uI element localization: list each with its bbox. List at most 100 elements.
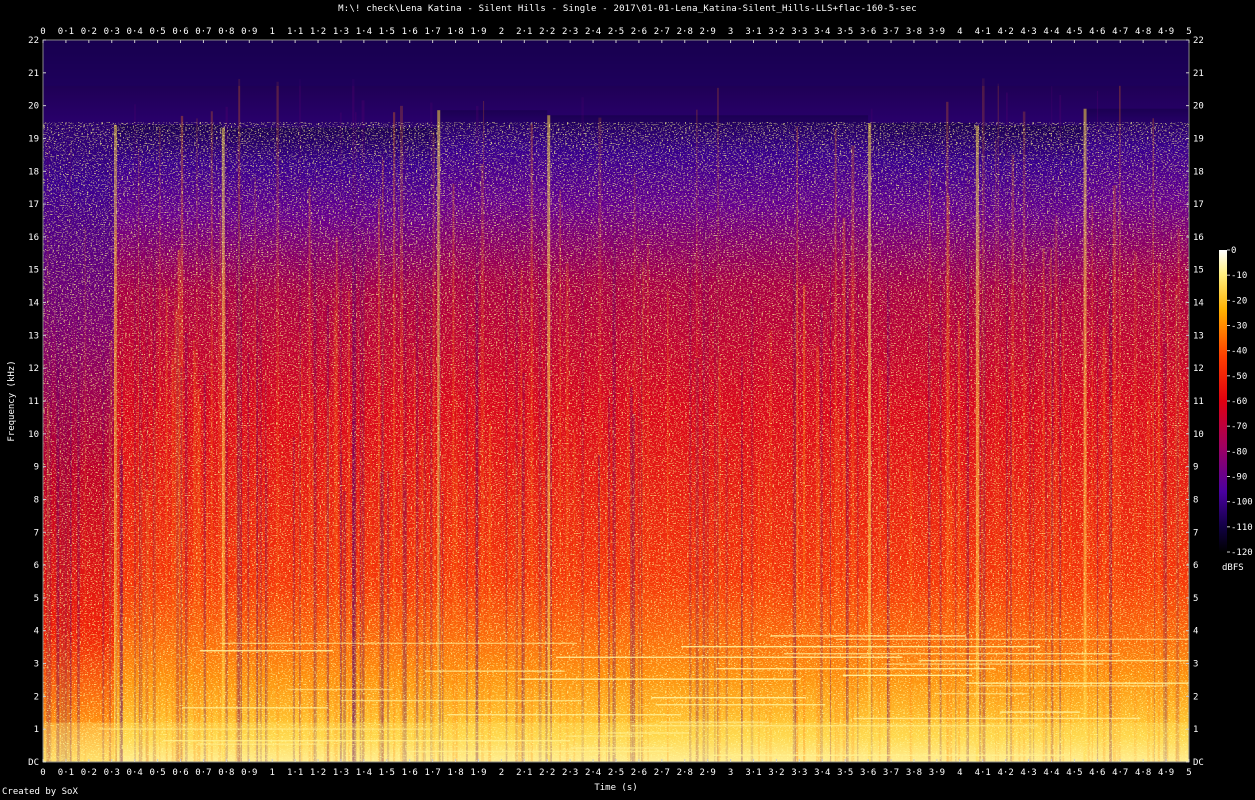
x-tick-label: 3·8: [906, 768, 922, 778]
top-band: [43, 40, 1189, 86]
x-tick-label: 4: [957, 768, 962, 778]
y-tick-label: 12: [1193, 364, 1204, 374]
y-tick-label: 9: [1193, 463, 1198, 473]
speckle-overlay: [43, 122, 1189, 762]
y-tick-label: 10: [1193, 430, 1204, 440]
colorbar-tick-label: 0: [1231, 246, 1236, 256]
x-tick-label: 2·7: [654, 27, 670, 37]
x-tick-label: 3·2: [768, 768, 784, 778]
y-tick-label: 22: [28, 36, 39, 46]
x-tick-label: 4·1: [975, 768, 991, 778]
spectrogram-chart: 0 0 0·1 0·1 0·2 0·2 0·3 0·3 0·4 0·4 0·5 0·5 0·6 0·6 0·…: [7, 27, 1253, 793]
x-tick-label: 1·6: [402, 768, 418, 778]
x-tick-label: 0·3: [104, 27, 120, 37]
y-tick-label: 15: [1193, 266, 1204, 276]
x-tick-label: 4·9: [1158, 768, 1174, 778]
x-tick-label: 0·1: [58, 27, 74, 37]
x-tick-label: 0·5: [149, 768, 165, 778]
x-tick-label: 2·9: [700, 27, 716, 37]
x-tick-label: 3·1: [745, 27, 761, 37]
x-tick-label: 2: [499, 27, 504, 37]
x-tick-label: 4·5: [1066, 768, 1082, 778]
colorbar-tick-label: -20: [1231, 296, 1247, 306]
colorbar: 0 -10 -20 -30 -40 -50 -60 -70 -80 -90 -100 -110 -120…: [1219, 246, 1253, 573]
x-tick-label: 4·8: [1135, 27, 1151, 37]
colorbar-tick-label: -110: [1231, 523, 1253, 533]
x-tick-label: 0·6: [172, 27, 188, 37]
x-tick-label: 4·5: [1066, 27, 1082, 37]
x-tick-label: 1·7: [425, 768, 441, 778]
x-tick-label: 1·8: [447, 27, 463, 37]
x-tick-label: 4·7: [1112, 768, 1128, 778]
x-tick-label: 0·9: [241, 768, 257, 778]
x-tick-label: 3: [728, 27, 733, 37]
x-tick-label: 3: [728, 768, 733, 778]
x-tick-label: 2·1: [516, 27, 532, 37]
x-tick-label: 3·1: [745, 768, 761, 778]
x-tick-label: 3·3: [791, 768, 807, 778]
x-tick-label: 0·3: [104, 768, 120, 778]
x-tick-label: 4·2: [998, 27, 1014, 37]
x-tick-label: 3·9: [929, 768, 945, 778]
colorbar-tick-label: -80: [1231, 447, 1247, 457]
colorbar-gradient: [1219, 250, 1227, 552]
x-tick-label: 2: [499, 768, 504, 778]
x-tick-label: 3·8: [906, 27, 922, 37]
x-tick-label: 0·8: [218, 27, 234, 37]
x-tick-label: 4·8: [1135, 768, 1151, 778]
y-tick-label: 4: [34, 627, 39, 637]
x-tick-label: 0·5: [149, 27, 165, 37]
y-tick-label: 18: [28, 167, 39, 177]
y-tick-label: 18: [1193, 167, 1204, 177]
y-tick-label: 14: [28, 299, 39, 309]
x-tick-label: 0·8: [218, 768, 234, 778]
x-tick-label: 2·3: [562, 27, 578, 37]
x-tick-label: 1·2: [310, 768, 326, 778]
y-tick-label: 17: [1193, 200, 1204, 210]
colorbar-label: dBFS: [1222, 563, 1244, 573]
y-tick-label: 16: [1193, 233, 1204, 243]
x-tick-label: 3·7: [883, 27, 899, 37]
y-tick-label: DC: [1193, 758, 1204, 768]
colorbar-tick-label: -50: [1231, 372, 1247, 382]
y-tick-label: 9: [34, 463, 39, 473]
colorbar-tick-label: -10: [1231, 271, 1247, 281]
y-tick-label: 8: [34, 495, 39, 505]
x-tick-label: 1·5: [379, 768, 395, 778]
y-tick-label: 2: [1193, 692, 1198, 702]
y-tick-label: 5: [34, 594, 39, 604]
y-tick-label: 13: [1193, 331, 1204, 341]
x-tick-label: 4: [957, 27, 962, 37]
x-tick-label: 2·4: [585, 768, 601, 778]
y-tick-label: 15: [28, 266, 39, 276]
y-tick-label: 16: [28, 233, 39, 243]
x-tick-label: 5: [1186, 27, 1191, 37]
y-tick-label: 17: [28, 200, 39, 210]
x-tick-label: 0·7: [195, 768, 211, 778]
x-tick-label: 3·4: [814, 768, 830, 778]
x-tick-label: 4·1: [975, 27, 991, 37]
y-tick-label: 2: [34, 692, 39, 702]
x-tick-label: 1·9: [470, 27, 486, 37]
x-tick-label: 2·7: [654, 768, 670, 778]
x-tick-label: 4·4: [1043, 768, 1059, 778]
x-tick-label: 4·7: [1112, 27, 1128, 37]
x-tick-label: 3·5: [837, 27, 853, 37]
x-tick-label: 4·3: [1020, 768, 1036, 778]
y-tick-label: 4: [1193, 627, 1198, 637]
x-tick-label: 1·3: [333, 27, 349, 37]
y-tick-label: 20: [1193, 102, 1204, 112]
y-tick-label: 7: [34, 528, 39, 538]
x-tick-label: 1·2: [310, 27, 326, 37]
credit-label: Created by SoX: [2, 787, 78, 797]
x-tick-label: 1·7: [425, 27, 441, 37]
x-tick-label: 2·8: [677, 768, 693, 778]
x-tick-label: 2·6: [631, 768, 647, 778]
x-tick-label: 2·3: [562, 768, 578, 778]
x-tick-label: 1·9: [470, 768, 486, 778]
colorbar-tick-label: -40: [1231, 347, 1247, 357]
y-tick-label: 11: [1193, 397, 1204, 407]
x-tick-label: 4·6: [1089, 27, 1105, 37]
y-tick-label: 19: [28, 134, 39, 144]
x-tick-label: 2·1: [516, 768, 532, 778]
